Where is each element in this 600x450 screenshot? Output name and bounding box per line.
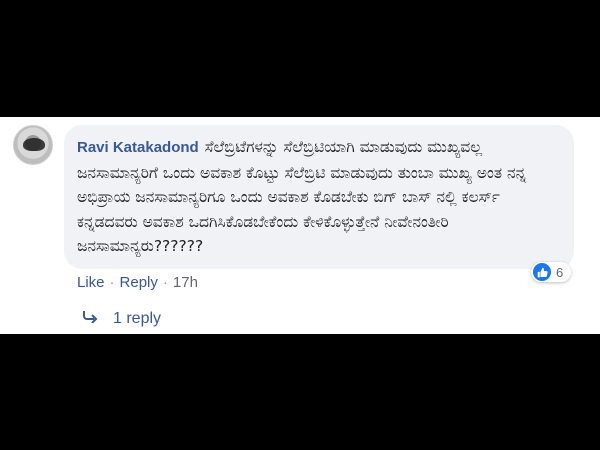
reaction-count: 6 xyxy=(556,264,564,280)
comment-body: Ravi Katakadond ಸೆಲೆಬ್ರಿಟೆಗಳನ್ನು ಸೆಲೆಬ್ರಿ… xyxy=(77,135,562,259)
separator: · xyxy=(162,274,168,291)
separator: · xyxy=(109,274,115,291)
like-link[interactable]: Like xyxy=(77,274,105,291)
comment-panel: Ravi Katakadond ಸೆಲೆಬ್ರಿಟೆಗಳನ್ನು ಸೆಲೆಬ್ರಿ… xyxy=(0,117,600,334)
comment-actions: Like · Reply · 17h xyxy=(77,274,198,291)
reply-link[interactable]: Reply xyxy=(120,274,158,291)
avatar-image xyxy=(23,138,45,151)
view-replies-link[interactable]: 1 reply xyxy=(83,310,161,328)
like-icon xyxy=(533,263,551,281)
reply-arrow-icon xyxy=(83,310,99,328)
comment-bubble: Ravi Katakadond ಸೆಲೆಬ್ರಿಟೆಗಳನ್ನು ಸೆಲೆಬ್ರಿ… xyxy=(64,125,574,269)
comment-author[interactable]: Ravi Katakadond xyxy=(77,139,199,156)
timestamp[interactable]: 17h xyxy=(173,274,198,291)
replies-label[interactable]: 1 reply xyxy=(113,310,161,328)
reaction-summary[interactable]: 6 xyxy=(531,262,572,282)
avatar[interactable] xyxy=(13,125,53,165)
